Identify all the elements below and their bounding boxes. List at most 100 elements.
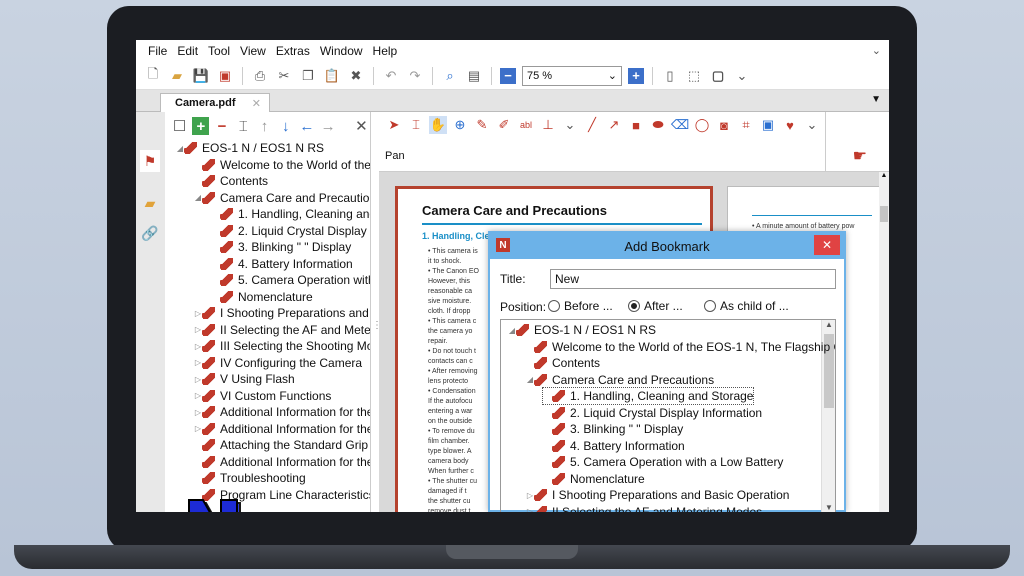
select-arrow-icon[interactable]: ➤ (385, 116, 403, 134)
bookmark-item[interactable]: 3. Blinking " " Display (543, 421, 683, 437)
bookmark-item[interactable]: ▷ VI Custom Functions (193, 388, 331, 404)
chevron-down-icon[interactable]: ⌄ (803, 116, 821, 134)
print-icon[interactable]: ⎙ (251, 67, 269, 85)
rename-bookmark-icon[interactable]: ⌶ (235, 117, 252, 135)
bookmark-item[interactable]: ▷ IV Configuring the Camera (193, 355, 362, 371)
zoom-out-button[interactable]: − (500, 67, 516, 84)
page-layout-icon[interactable]: ▤ (465, 67, 483, 85)
line-icon[interactable]: ╱ (583, 116, 601, 134)
bookmark-item[interactable]: ◢ EOS-1 N / EOS1 N RS (507, 322, 656, 338)
bookmark-item[interactable]: Contents (525, 355, 600, 371)
bookmark-item[interactable]: ▷ II Selecting the AF and Metering Modes (525, 504, 762, 512)
ellipse-icon[interactable]: ⬬ (649, 116, 667, 134)
scroll-up-icon[interactable]: ▲ (822, 320, 835, 332)
text-box-icon[interactable]: abl (517, 116, 535, 134)
radio-button[interactable] (548, 300, 560, 312)
checkbox-icon[interactable]: ☐ (171, 117, 188, 135)
redo-icon[interactable]: ↷ (406, 67, 424, 85)
menu-item-help[interactable]: Help (373, 44, 398, 58)
splitter-handle[interactable]: ⋮ (372, 320, 382, 340)
tab-list-dropdown-icon[interactable]: ▼ (871, 94, 881, 105)
bookmark-item[interactable]: ▷ Additional Information for the (193, 421, 370, 437)
bookmark-item[interactable]: 4. Battery Information (543, 438, 685, 454)
radio-button[interactable] (704, 300, 716, 312)
bookmark-item[interactable]: Contents (193, 173, 268, 189)
zoom-in-button[interactable]: + (628, 67, 644, 84)
rectangle-icon[interactable]: ■ (627, 116, 645, 134)
zoom-tool-icon[interactable]: ⊕ (451, 116, 469, 134)
bookmark-item[interactable]: 5. Camera Operation with a Low Battery (543, 454, 783, 470)
bookmark-item[interactable]: Welcome to the World of the (193, 157, 370, 173)
crop-icon[interactable]: ⌗ (737, 116, 755, 134)
arrow-line-icon[interactable]: ↗ (605, 116, 623, 134)
bookmark-item[interactable]: 1. Handling, Cleaning and (211, 206, 370, 222)
menu-item-tool[interactable]: Tool (208, 44, 230, 58)
bookmark-item[interactable]: Attaching the Standard Grip (193, 437, 368, 453)
undo-icon[interactable]: ↶ (382, 67, 400, 85)
close-icon[interactable]: ✕ (353, 117, 370, 135)
tab-camera-pdf[interactable]: Camera.pdf ✕ (160, 93, 270, 112)
hand-pointer-icon[interactable]: ☛ (853, 146, 867, 166)
bookmark-item[interactable]: ▷ III Selecting the Shooting Moc (193, 338, 370, 354)
bookmark-item[interactable]: ◢ Camera Care and Precautions (193, 190, 370, 206)
save-close-icon[interactable]: ▣ (216, 67, 234, 85)
pencil-icon[interactable]: ✎ (473, 116, 491, 134)
binoculars-icon[interactable]: ⌕ (441, 67, 459, 85)
bookmark-item[interactable]: 1. Handling, Cleaning and Storage (541, 387, 755, 405)
scroll-down-icon[interactable]: ▼ (822, 503, 835, 512)
bookmark-item[interactable]: Troubleshooting (193, 470, 306, 486)
fit-page-icon[interactable]: ▯ (661, 67, 679, 85)
stamp-icon[interactable]: ⊥ (539, 116, 557, 134)
lasso-icon[interactable]: ◯ (693, 116, 711, 134)
menu-item-extras[interactable]: Extras (276, 44, 310, 58)
close-icon[interactable]: ✕ (252, 97, 261, 110)
open-folder-icon[interactable]: ▰ (168, 67, 186, 85)
bookmark-item[interactable]: 3. Blinking " " Display (211, 239, 351, 255)
radio-before[interactable]: Before ... (548, 299, 613, 313)
folder-icon[interactable]: ▰ (140, 192, 160, 214)
menu-item-file[interactable]: File (148, 44, 167, 58)
radio-after[interactable]: After ... (628, 299, 683, 313)
remove-bookmark-icon[interactable]: − (213, 117, 230, 135)
fullscreen-icon[interactable]: ▢ (709, 67, 727, 85)
bookmark-item[interactable]: 2. Liquid Crystal Display Ir (211, 223, 370, 239)
zoom-select[interactable]: 75 % ⌄ (522, 65, 622, 86)
heart-icon[interactable]: ♥ (781, 116, 799, 134)
move-left-icon[interactable]: ← (298, 117, 315, 135)
add-bookmark-icon[interactable]: + (192, 117, 210, 135)
scroll-up-icon[interactable]: ▲ (879, 172, 889, 182)
eraser-icon[interactable]: ⌫ (671, 116, 689, 134)
fit-width-icon[interactable]: ⬚ (685, 67, 703, 85)
scrollbar-thumb[interactable] (880, 206, 888, 222)
menu-item-edit[interactable]: Edit (177, 44, 198, 58)
camera-icon[interactable]: ◙ (715, 116, 733, 134)
title-input[interactable]: New (550, 269, 836, 289)
radio-button[interactable] (628, 300, 640, 312)
bookmark-item[interactable]: 4. Battery Information (211, 256, 353, 272)
radio-as-child[interactable]: As child of ... (704, 299, 789, 313)
select-text-icon[interactable]: ⌶ (407, 116, 425, 134)
menu-item-view[interactable]: View (240, 44, 266, 58)
move-up-icon[interactable]: ↑ (256, 117, 273, 135)
copy-icon[interactable]: ❐ (299, 67, 317, 85)
close-button[interactable]: ✕ (814, 235, 840, 255)
delete-icon[interactable]: ✖ (347, 67, 365, 85)
move-down-icon[interactable]: ↓ (277, 117, 294, 135)
highlighter-icon[interactable]: ✐ (495, 116, 513, 134)
bookmark-item[interactable]: Additional Information for the (193, 454, 370, 470)
bookmark-item[interactable]: ▷ I Shooting Preparations and B (193, 305, 370, 321)
bookmark-item[interactable]: Nomenclature (543, 471, 645, 487)
pan-hand-icon[interactable]: ✋ (429, 116, 447, 134)
bookmark-item[interactable]: ▷ I Shooting Preparations and Basic Opera… (525, 487, 790, 503)
save-icon[interactable]: 💾 (192, 67, 210, 85)
bookmark-item[interactable]: Nomenclature (211, 289, 313, 305)
bookmark-item[interactable]: 5. Camera Operation with (211, 272, 370, 288)
cut-icon[interactable]: ✂ (275, 67, 293, 85)
bookmark-item[interactable]: ▷ II Selecting the AF and Meteri (193, 322, 370, 338)
bookmark-item[interactable]: ▷ Additional Information for the (193, 404, 370, 420)
bookmark-item[interactable]: Welcome to the World of the EOS-1 N, The… (525, 339, 835, 355)
bookmark-item[interactable]: ◢ EOS-1 N / EOS1 N RS (175, 140, 324, 156)
chevron-down-icon[interactable]: ⌄ (561, 116, 579, 134)
paste-icon[interactable]: 📋 (323, 67, 341, 85)
bookmark-item[interactable]: ◢ Camera Care and Precautions (525, 372, 714, 388)
